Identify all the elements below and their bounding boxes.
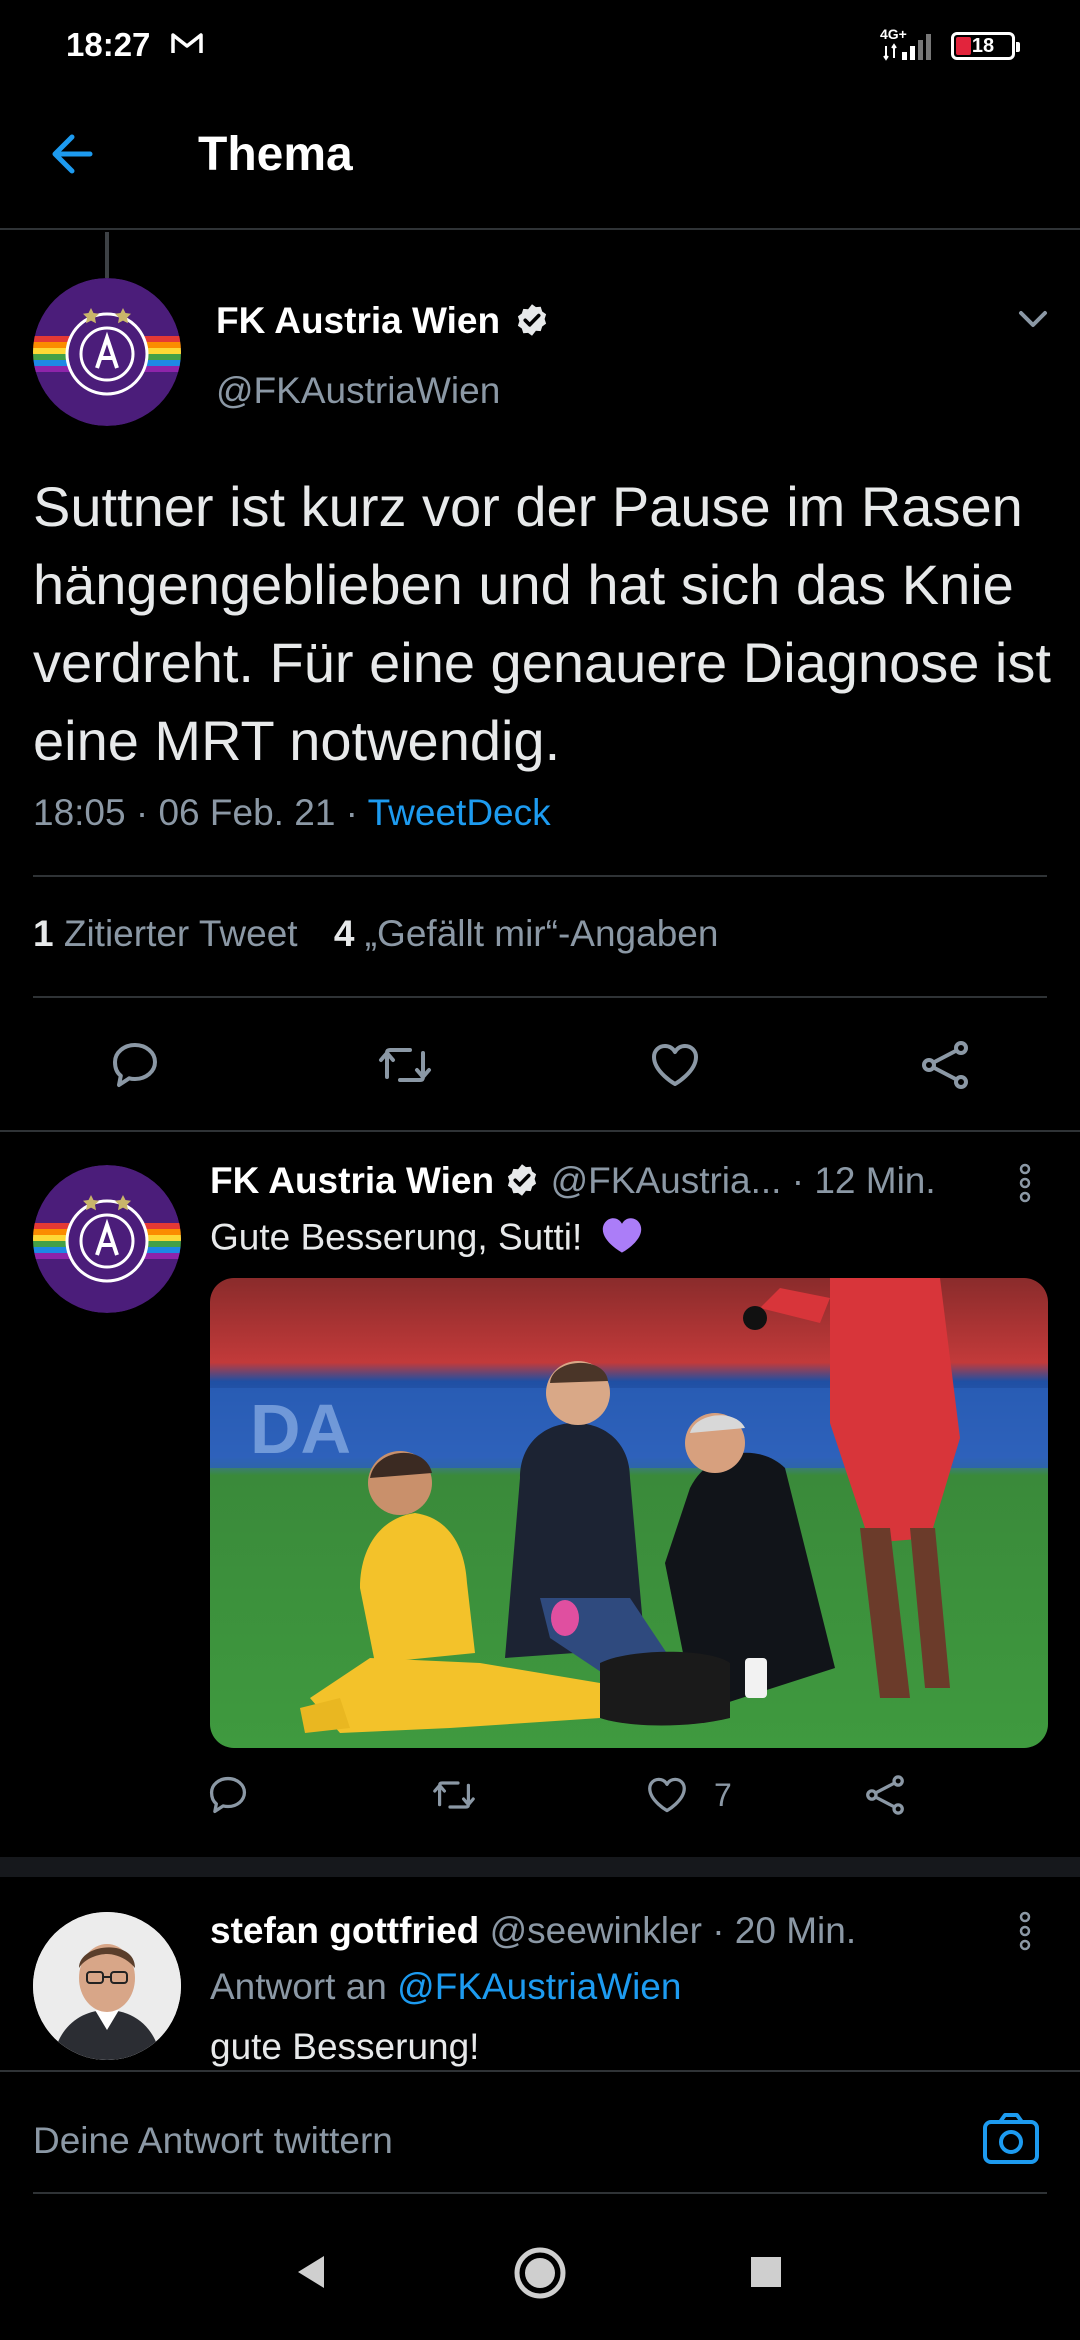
retweet-button[interactable] [424,1765,484,1825]
user-photo-icon [33,1912,181,2060]
tweet-date: 06 Feb. 21 [158,792,336,833]
reply-to-link[interactable]: @FKAustriaWien [397,1966,681,2007]
share-button[interactable] [905,1025,985,1105]
page-title: Thema [198,128,353,181]
injured-player-photo: DA [210,1278,1048,1748]
divider [33,875,1047,877]
more-vertical-icon [1019,1163,1031,1203]
like-count: 4 [333,913,355,954]
reply-button[interactable] [95,1025,175,1105]
nav-back-button[interactable] [290,2250,334,2294]
tweet-text: Suttner ist kurz vor der Pause im Rasen … [33,475,1051,772]
tweet-text: Gute Besserung, Sutti! [210,1215,645,1264]
reply-icon [209,1776,247,1814]
fk-austria-logo-icon [33,1165,181,1313]
arrow-left-icon [52,134,93,174]
retweet-icon [379,1048,431,1082]
author-name[interactable]: FK Austria Wien [210,1160,494,1201]
meta-separator: · [135,792,149,833]
header-divider [0,228,1080,230]
author-name[interactable]: FK Austria Wien [216,300,550,342]
avatar[interactable] [33,278,181,426]
triangle-back-icon [298,2256,324,2288]
verified-badge-icon [518,304,547,336]
author-handle[interactable]: @FKAustriaWien [216,370,500,412]
battery-level: 18 [971,35,995,57]
home-circle-icon [514,2247,566,2299]
purple-heart-icon [599,1215,645,1264]
nav-recents-button[interactable] [746,2252,786,2292]
battery-icon: 18 [951,32,1020,60]
like-button[interactable]: 7 [644,1765,732,1825]
tweet-header: FK Austria Wien @FKAustria... · 12 Min. [210,1160,1010,1202]
tweet-menu-button[interactable] [1010,1160,1040,1206]
add-photo-button[interactable] [980,2108,1042,2170]
section-separator [0,1857,1080,1877]
reply-icon [113,1043,157,1087]
nav-home-button[interactable] [512,2245,568,2301]
quote-count: 1 [33,913,54,954]
more-options-button[interactable] [1005,300,1061,340]
author-name-text: FK Austria Wien [216,300,501,341]
tweet-text-content: Gute Besserung, Sutti! [210,1216,583,1258]
more-vertical-icon [1019,1911,1031,1951]
reply-context: Antwort an @FKAustriaWien [210,1966,681,2008]
tweet-text: gute Besserung! [210,2026,480,2067]
heart-icon [652,1044,698,1086]
tweet-time: 18:05 [33,792,126,833]
share-icon [922,1041,968,1089]
like-button[interactable] [635,1025,715,1105]
tweet-time: · 20 Min. [712,1910,857,1951]
avatar[interactable] [33,1165,181,1313]
square-recents-icon [751,2257,781,2287]
tweet-time: · 12 Min. [791,1160,936,1201]
reply-input[interactable]: Deine Antwort twittern [33,2120,393,2162]
avatar[interactable] [33,1912,181,2060]
meta-separator: · [345,792,358,833]
verified-badge-icon [508,1164,537,1196]
heart-icon [648,1777,686,1813]
status-time: 18:27 [66,26,151,63]
share-icon [866,1775,904,1815]
system-nav-bar [0,2200,1080,2340]
chevron-down-icon [1019,311,1047,327]
reply-button[interactable] [198,1765,258,1825]
svg-text:DA: DA [250,1390,351,1468]
quote-label: Zitierter Tweet [63,913,298,954]
tweet-meta: 18:05 · 06 Feb. 21 · TweetDeck [33,792,551,834]
likes-link[interactable]: 4 „Gefällt mir“-Angaben [334,913,719,954]
gmail-icon [170,30,204,61]
back-button[interactable] [40,120,120,190]
share-button[interactable] [855,1765,915,1825]
tweet-header: stefan gottfried @seewinkler · 20 Min. [210,1910,856,1952]
author-handle[interactable]: @seewinkler [490,1910,702,1951]
composer-underline [33,2192,1047,2194]
like-label: „Gefällt mir“-Angaben [364,913,719,954]
tweet-menu-button[interactable] [1010,1908,1040,1954]
camera-icon [983,2113,1039,2164]
retweet-button[interactable] [365,1025,445,1105]
thread-line [105,232,109,278]
author-handle[interactable]: @FKAustria... [551,1160,782,1201]
retweet-icon [433,1781,475,1809]
author-name[interactable]: stefan gottfried [210,1910,479,1951]
reply-prefix: Antwort an [210,1966,387,2007]
tweet-stats: 1 Zitierter Tweet 4 „Gefällt mir“-Angabe… [33,913,718,955]
divider [33,996,1047,998]
quote-tweets-link[interactable]: 1 Zitierter Tweet [33,913,298,954]
tweet-source-link[interactable]: TweetDeck [368,792,551,833]
tweet-photo[interactable]: DA [210,1278,1048,1748]
fk-austria-logo-icon [33,278,181,426]
divider [0,1130,1080,1132]
like-count: 7 [714,1776,732,1813]
